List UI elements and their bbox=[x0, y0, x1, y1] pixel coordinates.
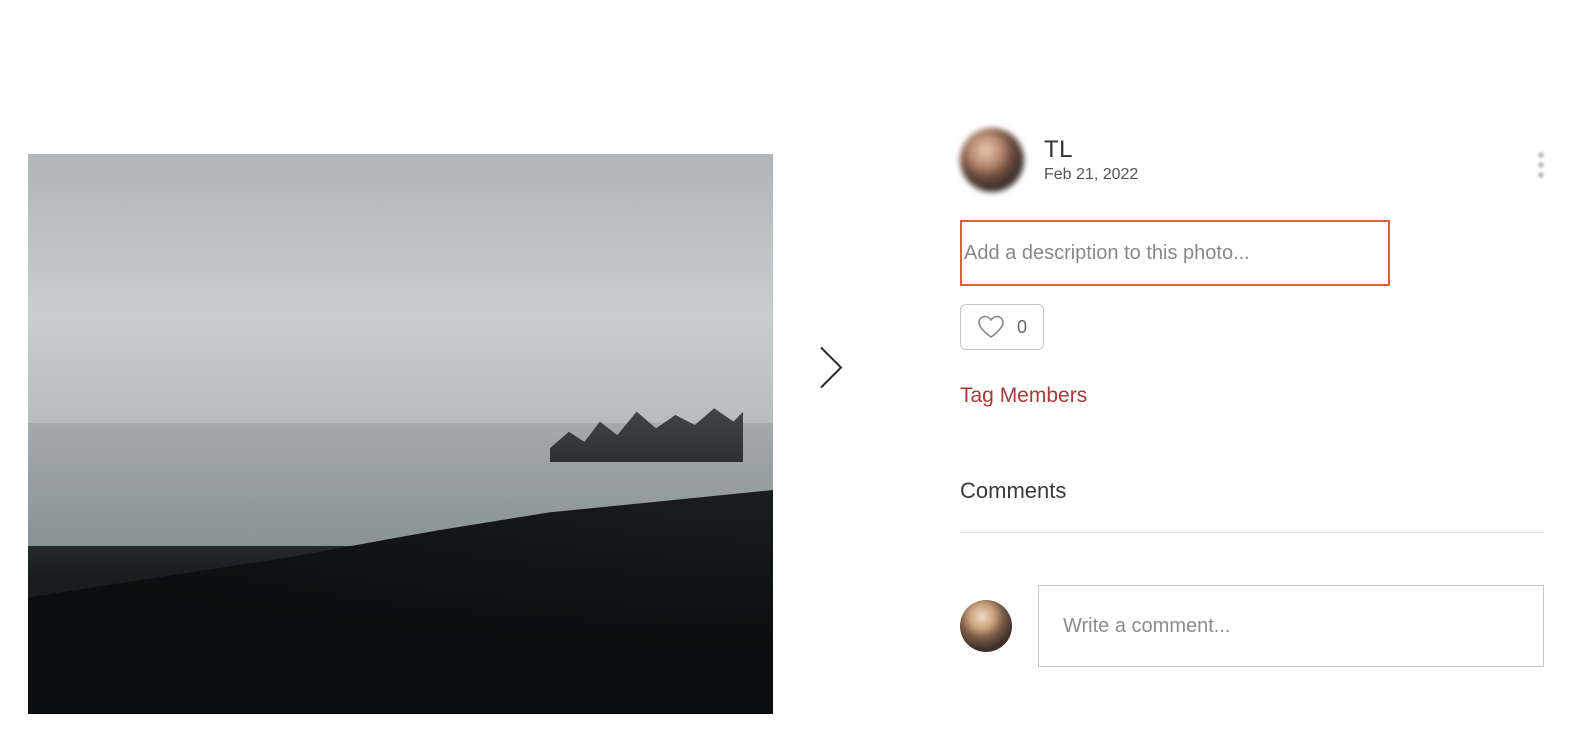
photo-detail-view: TL Feb 21, 2022 0 Tag Members Comments bbox=[0, 0, 1592, 740]
comments-heading: Comments bbox=[960, 478, 1544, 533]
photo-pane bbox=[0, 0, 775, 740]
main-photo[interactable] bbox=[28, 154, 773, 714]
tag-members-link[interactable]: Tag Members bbox=[960, 384, 1087, 408]
current-user-avatar[interactable] bbox=[960, 600, 1012, 652]
like-button[interactable]: 0 bbox=[960, 304, 1044, 350]
heart-icon bbox=[977, 315, 1005, 339]
comments-section: Comments bbox=[960, 478, 1544, 667]
author-avatar[interactable] bbox=[960, 128, 1024, 192]
comment-input[interactable] bbox=[1063, 615, 1519, 638]
description-field[interactable] bbox=[960, 220, 1390, 286]
like-count: 0 bbox=[1017, 317, 1027, 338]
author-name[interactable]: TL bbox=[1044, 136, 1138, 164]
comment-composer bbox=[960, 585, 1544, 667]
detail-pane: TL Feb 21, 2022 0 Tag Members Comments bbox=[775, 0, 1592, 740]
photo-region-sky bbox=[28, 154, 773, 423]
more-options-button[interactable] bbox=[1538, 152, 1544, 183]
post-date: Feb 21, 2022 bbox=[1044, 166, 1138, 184]
post-header: TL Feb 21, 2022 bbox=[960, 128, 1544, 192]
comment-input-wrap[interactable] bbox=[1038, 585, 1544, 667]
author-meta: TL Feb 21, 2022 bbox=[1044, 136, 1138, 184]
description-input[interactable] bbox=[964, 242, 1386, 265]
more-vertical-icon bbox=[1538, 152, 1544, 178]
